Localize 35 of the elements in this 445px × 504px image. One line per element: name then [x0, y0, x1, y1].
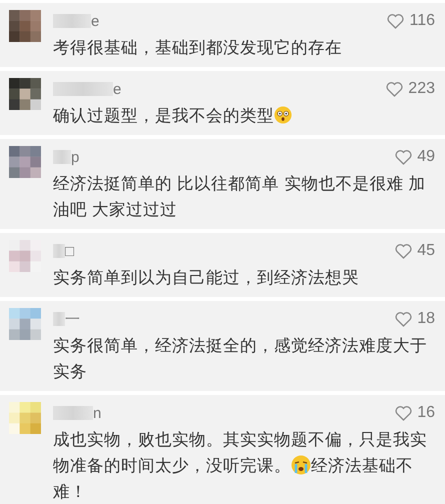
heart-icon[interactable] [386, 82, 404, 96]
shocked-face-icon [274, 106, 292, 124]
blurred-username [53, 312, 65, 326]
heart-icon[interactable] [395, 312, 412, 326]
comment-text: 难！ [53, 482, 87, 501]
comment-text: 实务很简单，经济法挺全的，感觉经济法难度大于实务 [53, 336, 427, 381]
like-count: 18 [417, 310, 435, 328]
like-count: 16 [417, 404, 435, 422]
blurred-username [53, 244, 65, 258]
like-count: 49 [417, 148, 435, 166]
blurred-username [53, 82, 113, 96]
username: □ [65, 242, 74, 260]
blurred-username [53, 150, 71, 164]
heart-icon[interactable] [387, 14, 404, 28]
blurred-username [53, 406, 93, 420]
blurred-username [53, 14, 91, 28]
username: p [71, 148, 80, 166]
username: e [113, 80, 122, 98]
like-count: 116 [409, 12, 435, 30]
like-count: 45 [417, 242, 435, 260]
comment-text: 考得很基础，基础到都没发现它的存在 [53, 38, 342, 57]
comment-text: 物准备的时间太少，没听完课。 [53, 456, 291, 475]
heart-icon[interactable] [395, 406, 412, 420]
crying-face-icon [291, 455, 311, 475]
comment-text: 成也实物，败也实物。其实实物题不偏，只是我实 [53, 430, 427, 449]
comment-text: 经济法基础不 [311, 456, 413, 475]
username: n [93, 404, 102, 422]
username: 一 [65, 310, 80, 328]
heart-icon[interactable] [395, 244, 412, 258]
comment-text: 确认过题型，是我不会的类型 [53, 106, 274, 125]
comment-text: 经济法挺简单的 比以往都简单 实物也不是很难 加油吧 大家过过过 [53, 174, 426, 219]
heart-icon[interactable] [395, 150, 412, 164]
username: e [91, 12, 100, 30]
like-count: 223 [408, 80, 435, 98]
comment-text: 实务简单到以为自己能过，到经济法想哭 [53, 268, 359, 287]
